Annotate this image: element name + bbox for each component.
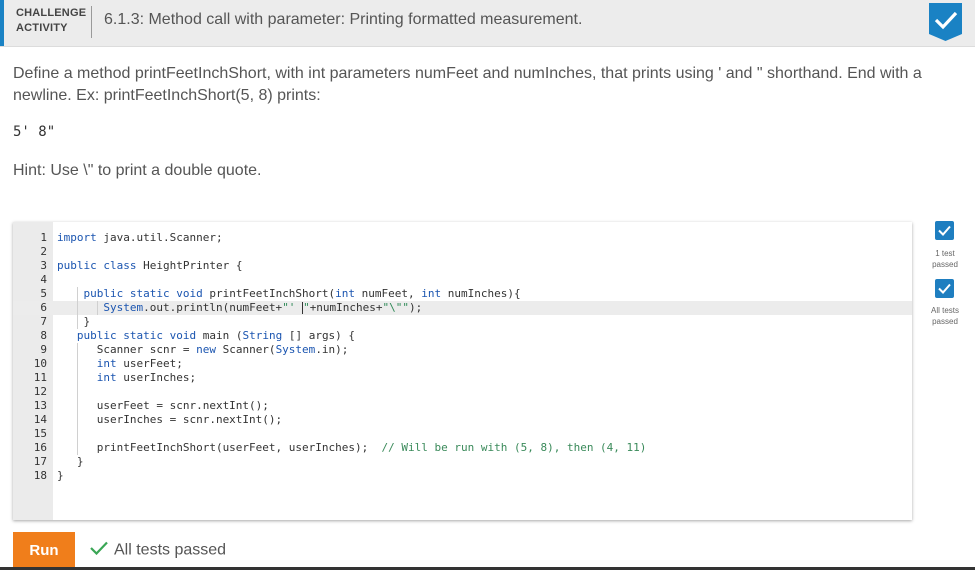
checkmark-icon (929, 3, 962, 41)
code-line[interactable]: 15 (13, 427, 912, 441)
code-line[interactable]: 13 userFeet = scnr.nextInt(); (13, 399, 912, 413)
code-line[interactable]: 11 int userInches; (13, 371, 912, 385)
header-divider (91, 6, 92, 38)
code-text: public static void printFeetInchShort(in… (83, 287, 521, 300)
code-text: public class HeightPrinter { (57, 259, 243, 272)
code-text: System.out.println(numFeet+"' "+numInche… (103, 301, 423, 314)
challenge-header: CHALLENGE ACTIVITY 6.1.3: Method call wi… (0, 0, 975, 47)
checkmark-icon (938, 225, 951, 236)
line-number: 8 (40, 329, 47, 342)
line-number: 14 (33, 413, 47, 426)
check-icon (90, 541, 108, 560)
all-tests-check (935, 279, 954, 298)
code-line[interactable]: 12 (13, 385, 912, 399)
test-1-status-line1: 1 test (935, 249, 955, 258)
checkmark-icon (938, 283, 951, 294)
code-line[interactable]: 18} (13, 469, 912, 483)
line-number: 2 (40, 245, 47, 258)
line-number: 10 (33, 357, 47, 370)
code-line[interactable]: 1 import java.util.Scanner; (13, 231, 912, 245)
text-cursor (302, 302, 304, 314)
code-line[interactable]: 10 int userFeet; (13, 357, 912, 371)
all-tests-status-line1: All tests (930, 306, 959, 315)
challenge-activity-label: CHALLENGE ACTIVITY (16, 6, 87, 36)
label-line2: ACTIVITY (16, 22, 68, 34)
code-line[interactable]: 16 printFeetInchShort(userFeet, userInch… (13, 441, 912, 455)
code-text: userFeet = scnr.nextInt(); (57, 399, 269, 412)
line-number: 5 (40, 287, 47, 300)
code-text: int userInches; (96, 371, 197, 384)
line-number: 4 (40, 273, 47, 286)
code-text: Scanner scnr = new Scanner(System.in); (57, 343, 349, 356)
line-number: 3 (40, 259, 47, 272)
all-tests-status-line2: passed (932, 317, 958, 326)
code-text: } (57, 455, 84, 468)
code-text: import java.util.Scanner; (57, 231, 223, 244)
label-line1: CHALLENGE (16, 7, 87, 19)
code-text: printFeetInchShort(userFeet, userInches)… (57, 441, 647, 454)
line-number: 1 (40, 231, 47, 244)
hint-text: Hint: Use \" to print a double quote. (13, 162, 262, 179)
test-1-status-line2: passed (932, 260, 958, 269)
code-line[interactable]: 4 (13, 273, 912, 287)
line-number: 7 (40, 315, 47, 328)
code-text: userInches = scnr.nextInt(); (57, 413, 283, 426)
code-editor[interactable]: 1 import java.util.Scanner; 2 3 public cla… (13, 222, 912, 520)
line-number: 17 (33, 455, 47, 468)
example-output: 5' 8" (13, 124, 56, 140)
activity-title: 6.1.3: Method call with parameter: Print… (104, 11, 583, 28)
code-line[interactable]: 17 } (13, 455, 912, 469)
line-number: 13 (33, 399, 47, 412)
test-1-status: 1 test passed (920, 248, 970, 270)
code-text: int userFeet; (96, 357, 183, 370)
code-area[interactable]: 1 import java.util.Scanner; 2 3 public cla… (13, 231, 912, 483)
code-line[interactable]: 2 (13, 245, 912, 259)
header-accent-bar (0, 0, 4, 46)
result-text: All tests passed (114, 541, 227, 559)
line-number: 9 (40, 343, 47, 356)
code-line[interactable]: 5 public static void printFeetInchShort(… (13, 287, 912, 301)
test-1-check (935, 221, 954, 240)
line-number: 18 (33, 469, 47, 482)
line-number: 16 (33, 441, 47, 454)
code-text: } (57, 315, 91, 328)
line-number: 6 (40, 301, 47, 314)
completion-badge (929, 3, 962, 41)
code-text: } (57, 469, 64, 482)
code-line-active[interactable]: 6 System.out.println(numFeet+"' "+numInc… (13, 301, 912, 315)
problem-statement: Define a method printFeetInchShort, with… (13, 65, 922, 104)
code-line[interactable]: 8 public static void main (String [] arg… (13, 329, 912, 343)
run-result: All tests passed (90, 541, 226, 560)
code-line[interactable]: 3 public class HeightPrinter { (13, 259, 912, 273)
code-line[interactable]: 9 Scanner scnr = new Scanner(System.in); (13, 343, 912, 357)
run-button[interactable]: Run (13, 532, 75, 568)
line-number: 15 (33, 427, 47, 440)
code-line[interactable]: 7 } (13, 315, 912, 329)
code-text: public static void main (String [] args)… (76, 329, 356, 342)
all-tests-status: All tests passed (920, 305, 970, 327)
code-line[interactable]: 14 userInches = scnr.nextInt(); (13, 413, 912, 427)
line-number: 11 (33, 371, 47, 384)
line-number: 12 (33, 385, 47, 398)
